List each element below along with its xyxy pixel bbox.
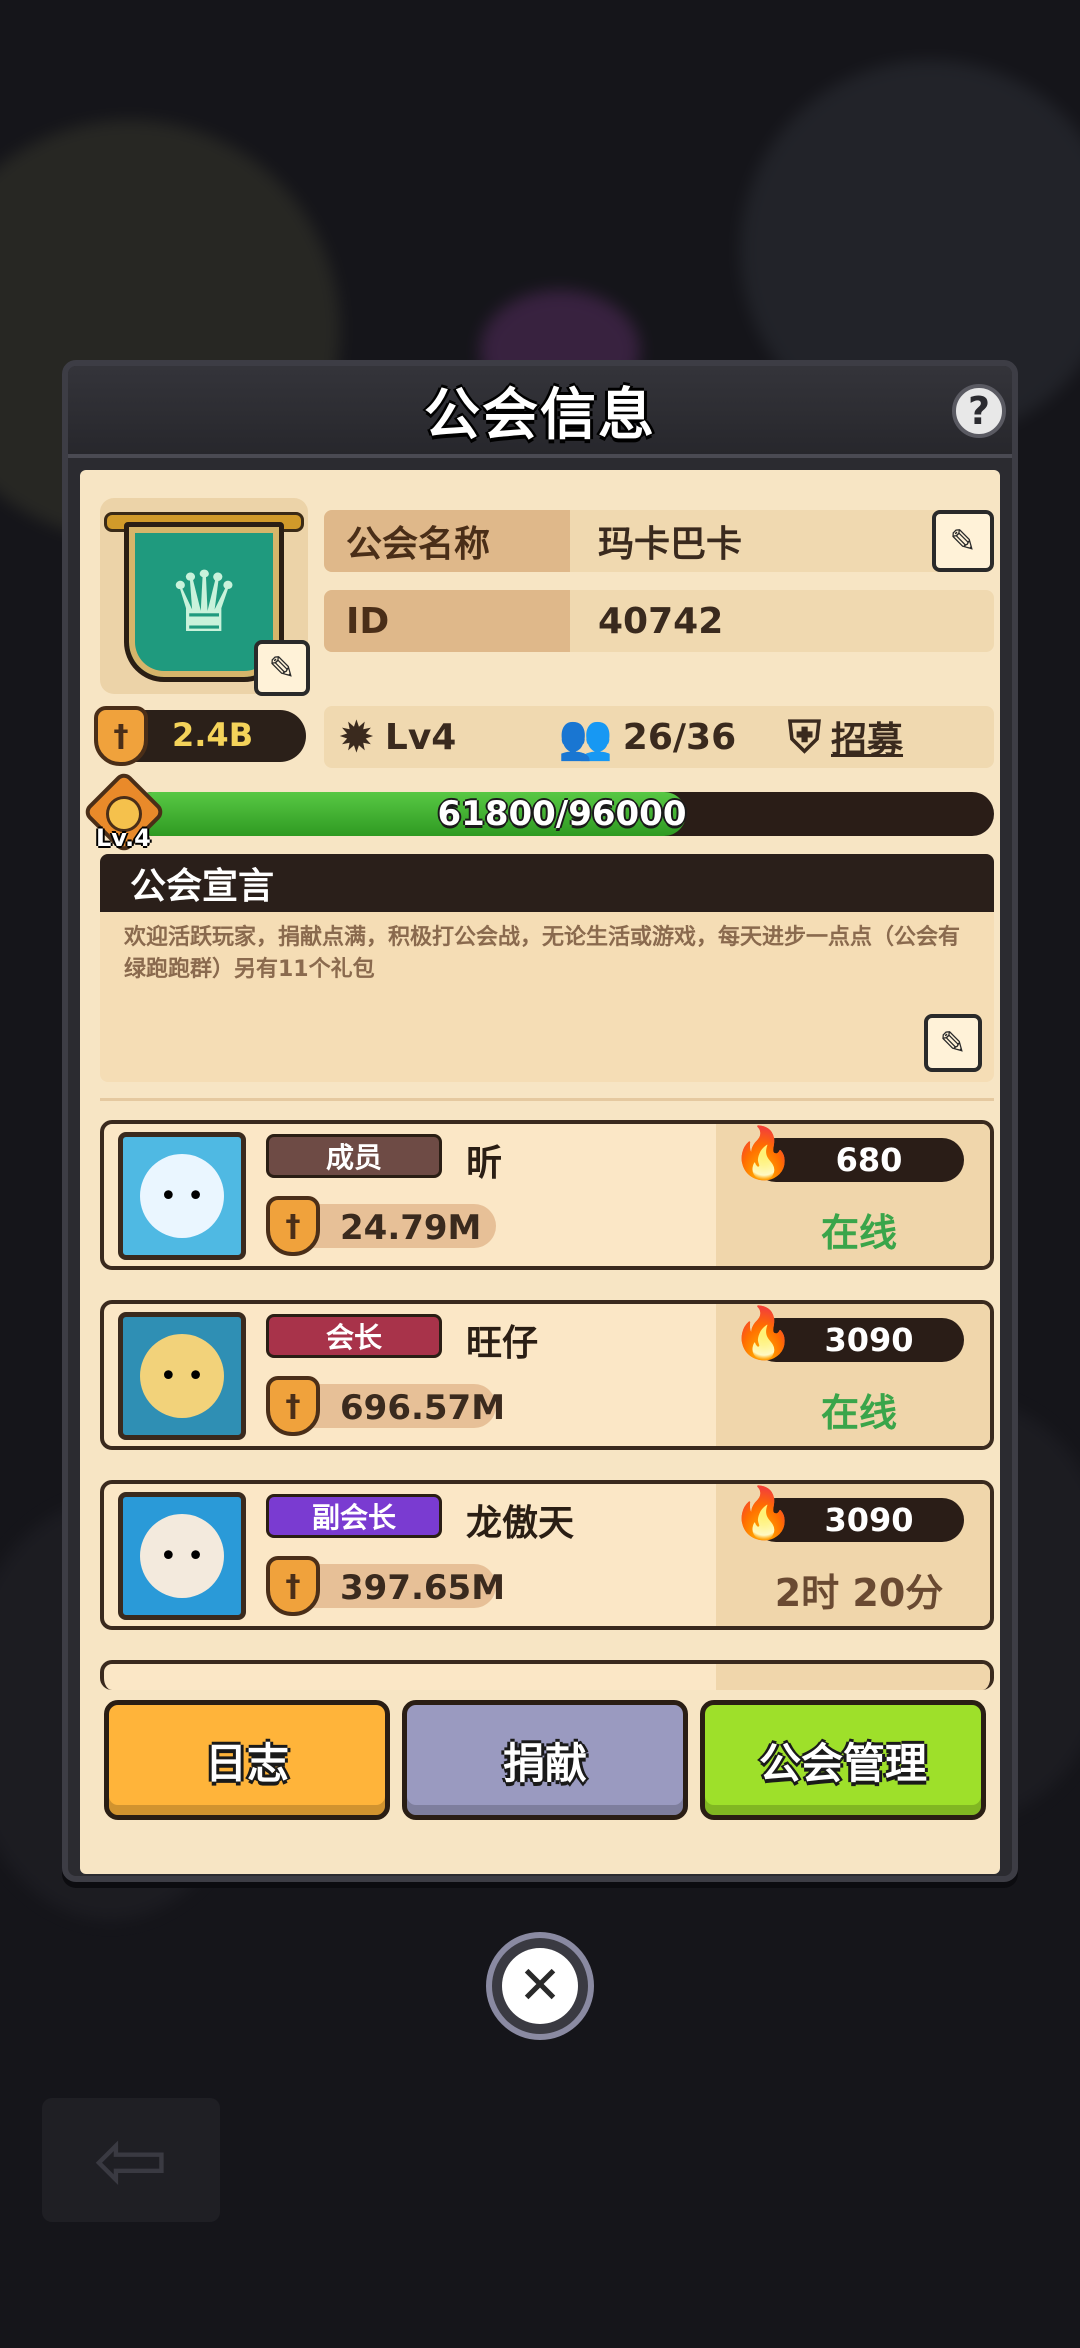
guild-level: ✹ Lv4 (338, 706, 456, 768)
emblem-edit-icon[interactable]: ✎ (254, 640, 310, 696)
guild-info-panel: 公会信息 ? ♛ ✎ 公会名称 玛卡巴卡 ✎ ID 40742 † 2.4B ✹… (62, 360, 1018, 1882)
exp-text: 61800/96000 (437, 794, 687, 834)
member-status: 在线 (820, 1391, 897, 1435)
guild-manage-button[interactable]: 公会管理 (700, 1700, 986, 1820)
close-icon[interactable]: ✕ (502, 1948, 578, 2024)
sword-icon: † (266, 1376, 320, 1436)
guild-level-value: Lv4 (384, 716, 457, 758)
member-status: 在线 (820, 1211, 897, 1255)
guild-power-value: 2.4B (172, 716, 254, 754)
member-name: 龙傲天 (466, 1503, 575, 1544)
member-power-value: 397.65M (340, 1568, 506, 1608)
panel-body: ♛ ✎ 公会名称 玛卡巴卡 ✎ ID 40742 † 2.4B ✹ Lv4 👥 … (80, 470, 1000, 1874)
guild-exp-bar: 61800/96000 (130, 792, 994, 836)
member-power-value: 696.57M (340, 1388, 506, 1428)
guild-members-value: 26/36 (622, 716, 737, 758)
activity-value: 680 (835, 1141, 903, 1179)
guild-name-value: 玛卡巴卡 (598, 524, 743, 565)
guild-id-row: ID 40742 (324, 590, 994, 652)
log-button[interactable]: 日志 (104, 1700, 390, 1820)
guild-power: † 2.4B (94, 706, 306, 766)
member-name: 昕 (466, 1143, 503, 1184)
sword-icon: † (266, 1196, 320, 1256)
guild-stats-bar: ✹ Lv4 👥 26/36 ⛨ 招募 (324, 706, 994, 768)
fire-icon: 🔥 (732, 1124, 795, 1182)
level-badge-label: Lv.4 (96, 824, 151, 852)
avatar-face: • • (140, 1154, 224, 1238)
panel-header: 公会信息 ? (68, 366, 1012, 458)
member-power-value: 24.79M (340, 1208, 482, 1248)
fire-icon: 🔥 (732, 1304, 795, 1362)
sword-icon: † (266, 1556, 320, 1616)
back-arrow-icon[interactable]: ⇦ (42, 2098, 220, 2222)
declaration-text: 欢迎活跃玩家，捐献点满，积极打公会战，无论生活或游戏，每天进步一点点（公会有绿跑… (124, 925, 961, 982)
role-badge: 成员 (266, 1134, 442, 1178)
divider (100, 1098, 994, 1101)
edit-declaration-icon[interactable]: ✎ (924, 1014, 982, 1072)
activity-pill: 🔥 3090 (732, 1484, 964, 1542)
member-card[interactable]: • • 成员 昕 † 24.79M 🔥 680 在线 (100, 1120, 994, 1270)
avatar-face: • • (140, 1334, 224, 1418)
guild-members-count: 👥 26/36 (558, 706, 736, 768)
member-status: 2时 20分 (774, 1571, 944, 1615)
avatar[interactable]: • • (118, 1492, 246, 1620)
close-button[interactable]: ✕ (486, 1932, 594, 2040)
guild-name-row: 公会名称 玛卡巴卡 ✎ (324, 510, 994, 572)
fire-icon: 🔥 (732, 1484, 795, 1542)
role-badge: 副会长 (266, 1494, 442, 1538)
member-card[interactable] (100, 1660, 994, 1690)
member-power: † 397.65M (266, 1556, 505, 1616)
guild-id-label: ID (324, 590, 570, 652)
recruit-label[interactable]: 招募 (831, 711, 903, 763)
avatar-face: • • (140, 1514, 224, 1598)
guild-emblem[interactable]: ♛ ✎ (100, 498, 310, 696)
activity-pill: 🔥 680 (732, 1124, 964, 1182)
member-power: † 696.57M (266, 1376, 505, 1436)
guild-declaration: 公会宣言 欢迎活跃玩家，捐献点满，积极打公会战，无论生活或游戏，每天进步一点点（… (100, 854, 994, 1082)
member-card[interactable]: • • 副会长 龙傲天 † 397.65M 🔥 3090 2时 20分 (100, 1480, 994, 1630)
activity-value: 3090 (824, 1321, 914, 1359)
question-icon[interactable]: ? (952, 384, 1006, 438)
recruit-link[interactable]: ⛨ 招募 (788, 706, 903, 768)
member-power: † 24.79M (266, 1196, 496, 1256)
shield-icon: ⛨ (788, 711, 821, 763)
gear-icon: ✹ (338, 711, 375, 763)
guild-name-label: 公会名称 (324, 510, 570, 572)
member-name: 旺仔 (466, 1323, 539, 1364)
member-card[interactable]: • • 会长 旺仔 † 696.57M 🔥 3090 在线 (100, 1300, 994, 1450)
crown-icon: ♛ (166, 553, 242, 651)
activity-pill: 🔥 3090 (732, 1304, 964, 1362)
bottom-button-row: 日志 捐献 公会管理 (104, 1700, 986, 1820)
activity-value: 3090 (824, 1501, 914, 1539)
edit-name-icon[interactable]: ✎ (932, 510, 994, 572)
avatar[interactable]: • • (118, 1132, 246, 1260)
declaration-title: 公会宣言 (100, 854, 994, 912)
role-badge: 会长 (266, 1314, 442, 1358)
guild-id-value: 40742 (598, 600, 724, 642)
sword-icon: † (94, 706, 148, 766)
people-icon: 👥 (558, 712, 613, 763)
member-status-panel (716, 1664, 990, 1690)
avatar[interactable]: • • (118, 1312, 246, 1440)
panel-title: 公会信息 (424, 382, 656, 448)
donate-button[interactable]: 捐献 (402, 1700, 688, 1820)
